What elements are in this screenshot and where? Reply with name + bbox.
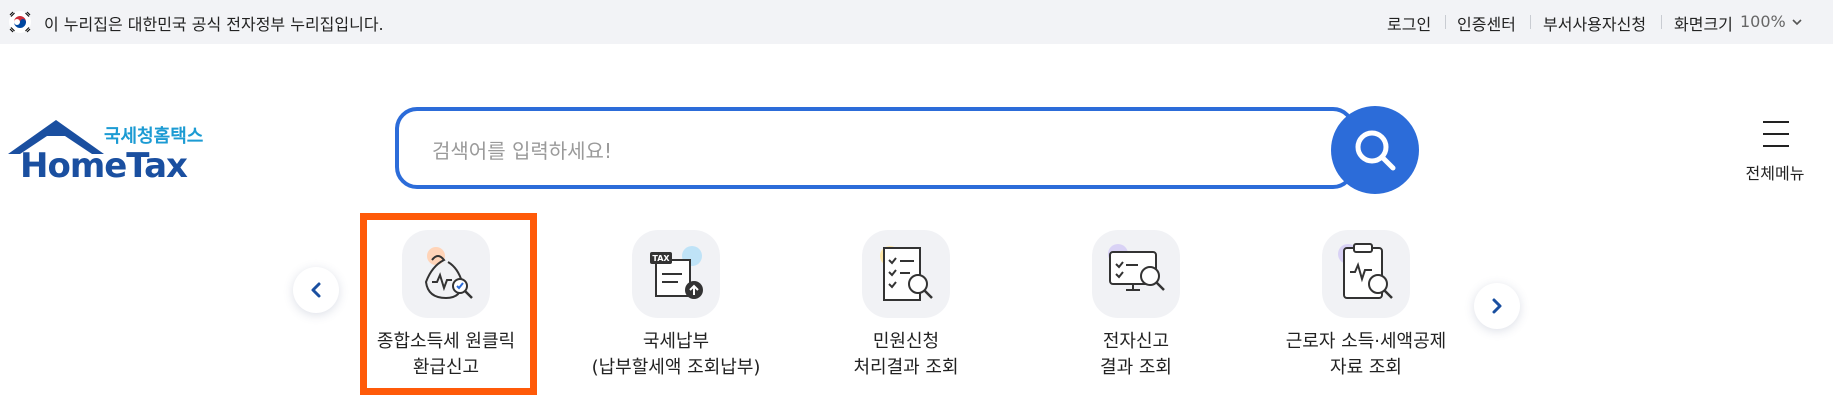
service-item-civil-petition[interactable]: 민원신청 처리결과 조회 [806, 228, 1006, 388]
service-icon-tile [1092, 230, 1180, 318]
divider [1445, 15, 1446, 29]
carousel-prev-button[interactable] [293, 267, 339, 313]
zoom-value[interactable]: 100% [1740, 12, 1786, 31]
login-link[interactable]: 로그인 [1387, 11, 1431, 35]
checklist-search-icon [880, 246, 933, 301]
search-button[interactable] [1331, 106, 1419, 194]
service-icon-tile [1322, 230, 1410, 318]
korea-flag-icon [9, 11, 31, 33]
full-menu-label: 전체메뉴 [1745, 164, 1805, 183]
logo-korean-text: 국세청홈택스 [104, 126, 204, 147]
chevron-left-icon [311, 282, 321, 298]
monitor-search-icon [1108, 244, 1165, 291]
service-label: 근로자 소득·세액공제 자료 조회 [1285, 331, 1447, 378]
logo-english-text: HomeTax [20, 146, 188, 186]
service-item-e-filing-result[interactable]: 전자신고 결과 조회 [1036, 228, 1236, 388]
cert-center-link[interactable]: 인증센터 [1457, 11, 1516, 35]
hamburger-icon [1763, 121, 1789, 147]
tax-document-upload-icon: TAX [650, 246, 703, 299]
divider [1661, 15, 1662, 29]
service-label: 민원신청 처리결과 조회 [853, 331, 959, 378]
carousel-next-button[interactable] [1474, 283, 1520, 329]
dept-user-signup-link[interactable]: 부서사용자신청 [1543, 11, 1646, 35]
screen-size-label[interactable]: 화면크기 [1674, 11, 1733, 35]
service-icon-tile: TAX [632, 230, 720, 318]
divider [1530, 15, 1531, 29]
highlight-annotation-box [360, 213, 537, 395]
service-item-tax-payment[interactable]: TAX 국세납부 (납부할세액 조회납부) [576, 228, 776, 388]
gov-notice-text: 이 누리집은 대한민국 공식 전자정부 누리집입니다. [44, 15, 384, 34]
full-menu-button[interactable]: 전체메뉴 [1735, 115, 1815, 185]
service-item-worker-deduction[interactable]: 근로자 소득·세액공제 자료 조회 [1266, 228, 1466, 388]
service-label: 국세납부 (납부할세액 조회납부) [591, 331, 761, 378]
service-label: 전자신고 결과 조회 [1100, 331, 1172, 378]
chevron-down-icon[interactable] [1790, 15, 1804, 29]
chevron-right-icon [1492, 298, 1502, 314]
search-icon [1355, 130, 1396, 171]
svg-text:TAX: TAX [652, 254, 670, 263]
service-icon-tile [862, 230, 950, 318]
search-input[interactable] [430, 132, 1314, 170]
clipboard-search-icon [1338, 243, 1393, 299]
top-utility-bar: 이 누리집은 대한민국 공식 전자정부 누리집입니다. 로그인 인증센터 부서사… [0, 0, 1833, 44]
